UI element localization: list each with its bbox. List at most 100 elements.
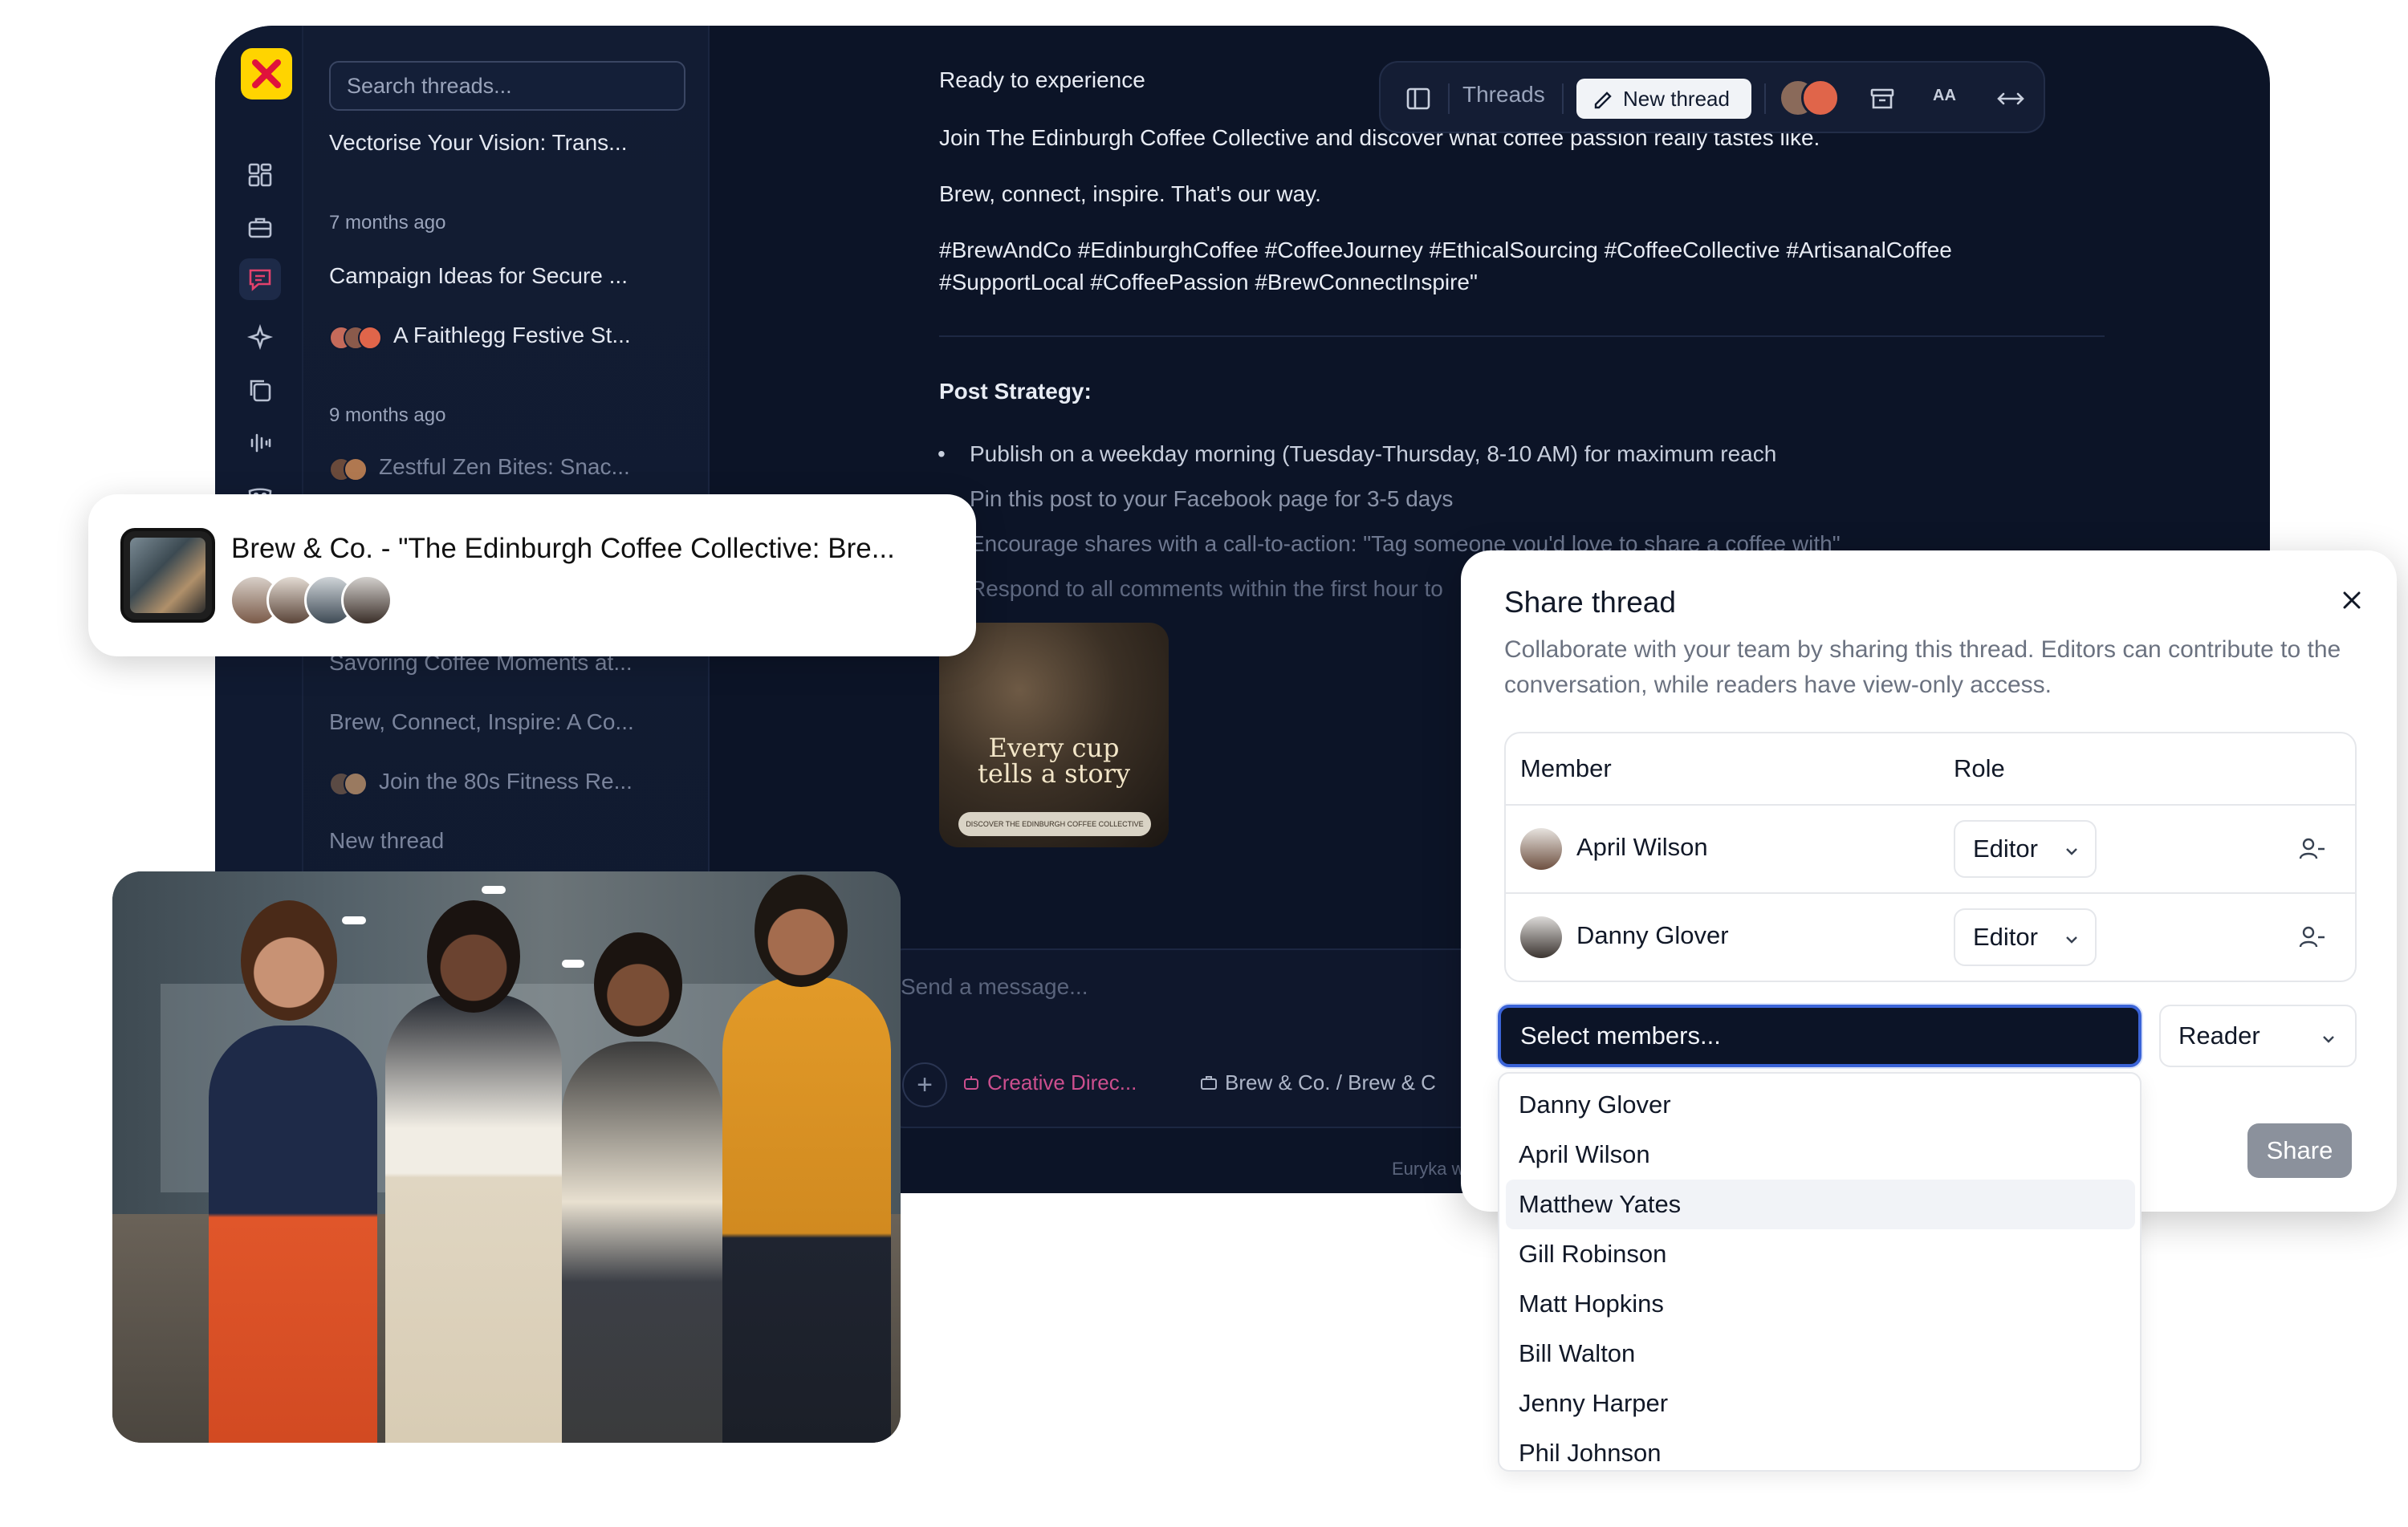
member-row: Danny Glover Editor <box>1506 892 2355 979</box>
thread-item[interactable]: Vectorise Your Vision: Trans... <box>329 130 674 156</box>
thread-item[interactable]: New thread <box>329 828 674 854</box>
role-select[interactable]: Editor <box>1954 820 2097 878</box>
message-text: Ready to experience <box>939 67 1145 92</box>
dropdown-option[interactable]: Jenny Harper <box>1506 1379 2135 1428</box>
briefcase-icon[interactable] <box>246 213 275 242</box>
post-image[interactable]: Every cup tells a story DISCOVER THE EDI… <box>939 623 1169 847</box>
column-header-role: Role <box>1954 754 2005 782</box>
threads-tab[interactable]: Threads <box>1462 82 1545 108</box>
dropdown-option[interactable]: Gill Robinson <box>1506 1229 2135 1279</box>
sidebar-toggle-icon[interactable] <box>1403 83 1434 118</box>
strategy-bullet: Publish on a weekday morning (Tuesday-Th… <box>938 441 1776 467</box>
new-member-role-select[interactable]: Reader <box>2159 1005 2357 1067</box>
avatar <box>1801 79 1840 117</box>
dropdown-option[interactable]: Phil Johnson <box>1506 1428 2135 1470</box>
person <box>722 977 891 1443</box>
avatar <box>341 575 393 626</box>
strategy-bullet: Respond to all comments within the first… <box>938 576 1443 602</box>
search-threads-input[interactable]: Search threads... <box>329 61 685 111</box>
member-row: April Wilson Editor <box>1506 806 2355 892</box>
thread-thumbnail <box>120 528 215 623</box>
thread-card-title: Brew & Co. - "The Edinburgh Coffee Colle… <box>231 533 895 564</box>
remove-member-icon[interactable] <box>2297 835 2326 867</box>
person <box>562 1042 722 1443</box>
column-header-member: Member <box>1520 754 1612 782</box>
person <box>209 1025 377 1443</box>
thread-item[interactable]: Join the 80s Fitness Re... <box>329 769 674 796</box>
photo-light <box>342 916 366 924</box>
thread-item[interactable]: Brew, Connect, Inspire: A Co... <box>329 709 674 735</box>
avatar-group <box>329 770 368 796</box>
close-icon[interactable] <box>2337 586 2366 615</box>
expand-width-icon[interactable] <box>1995 83 2026 118</box>
thread-group-label: 7 months ago <box>329 212 446 234</box>
person-head <box>755 875 848 987</box>
avatar-group <box>329 323 382 350</box>
toolbar-divider <box>1764 83 1766 114</box>
avatar <box>344 457 368 481</box>
member-name: Danny Glover <box>1576 921 1729 949</box>
thread-item-label: Join the 80s Fitness Re... <box>379 769 633 794</box>
avatar <box>358 325 382 350</box>
person-head <box>241 900 337 1021</box>
remove-member-icon[interactable] <box>2297 923 2326 956</box>
bot-icon <box>964 1076 978 1090</box>
new-thread-button[interactable]: New thread <box>1576 79 1751 119</box>
top-toolbar: Threads New thread AA <box>1379 61 2045 133</box>
strategy-bullet: Pin this post to your Facebook page for … <box>938 486 1453 512</box>
collaborators-avatars[interactable] <box>1779 79 1840 121</box>
chevron-down-icon <box>2066 848 2077 855</box>
toolbar-divider <box>1448 83 1450 114</box>
thread-item-label: A Faithlegg Festive St... <box>393 323 631 347</box>
role-select[interactable]: Editor <box>1954 908 2097 966</box>
chat-icon[interactable] <box>239 258 281 300</box>
select-members-input[interactable]: Select members... <box>1498 1005 2142 1067</box>
pencil-icon <box>1594 91 1612 109</box>
toolbar-divider <box>1562 83 1564 114</box>
table-header: Member Role <box>1506 733 2355 806</box>
avatar <box>1520 916 1562 958</box>
avatar <box>1520 828 1562 870</box>
thread-preview-card[interactable]: Brew & Co. - "The Edinburgh Coffee Colle… <box>88 494 976 656</box>
post-image-cta: DISCOVER THE EDINBURGH COFFEE COLLECTIVE <box>958 812 1151 836</box>
strategy-heading: Post Strategy: <box>939 379 1092 404</box>
divider <box>939 335 2105 337</box>
font-size-icon[interactable]: AA <box>1933 87 1956 105</box>
dropdown-option[interactable]: Danny Glover <box>1506 1080 2135 1130</box>
share-button[interactable]: Share <box>2247 1123 2352 1178</box>
team-photo <box>112 871 901 1443</box>
chevron-down-icon <box>2066 936 2077 944</box>
message-text: Brew, connect, inspire. That's our way. <box>939 181 1321 206</box>
dialog-title: Share thread <box>1504 586 1676 619</box>
dashboard-icon[interactable] <box>246 160 275 189</box>
copy-icon[interactable] <box>246 376 275 404</box>
message-text: #SupportLocal #CoffeePassion #BrewConnec… <box>939 270 1478 294</box>
creative-director-chip[interactable]: Creative Direc... <box>962 1070 1137 1095</box>
workspace-breadcrumb-chip[interactable]: Brew & Co. / Brew & C <box>1199 1070 1436 1095</box>
add-attachment-button[interactable]: + <box>902 1062 947 1107</box>
dropdown-option[interactable]: Matthew Yates <box>1506 1180 2135 1229</box>
message-input-placeholder[interactable]: Send a message... <box>901 974 1088 1000</box>
post-image-headline: Every cup tells a story <box>977 733 1131 789</box>
member-name: April Wilson <box>1576 833 1708 861</box>
dropdown-option[interactable]: Bill Walton <box>1506 1329 2135 1379</box>
members-table: Member Role April Wilson Editor Danny Gl… <box>1504 732 2357 982</box>
avatar <box>344 771 368 796</box>
thread-item-label: Zestful Zen Bites: Snac... <box>379 454 630 479</box>
archive-icon[interactable] <box>1867 83 1898 118</box>
thread-item[interactable]: Zestful Zen Bites: Snac... <box>329 454 674 481</box>
thread-group-label: 9 months ago <box>329 404 446 426</box>
dropdown-option[interactable]: Matt Hopkins <box>1506 1279 2135 1329</box>
message-text: #BrewAndCo #EdinburghCoffee #CoffeeJourn… <box>939 238 1952 262</box>
briefcase-icon <box>1201 1076 1217 1090</box>
thread-item[interactable]: A Faithlegg Festive St... <box>329 323 674 350</box>
thread-item[interactable]: Campaign Ideas for Secure ... <box>329 263 674 289</box>
dropdown-option[interactable]: April Wilson <box>1506 1130 2135 1180</box>
person-head <box>594 932 682 1037</box>
avatar-group <box>230 575 393 626</box>
audio-wave-icon[interactable] <box>246 428 275 457</box>
avatar-group <box>329 455 368 481</box>
person-head <box>427 900 520 1013</box>
sparkles-icon[interactable] <box>246 323 275 351</box>
app-logo[interactable] <box>241 48 292 99</box>
